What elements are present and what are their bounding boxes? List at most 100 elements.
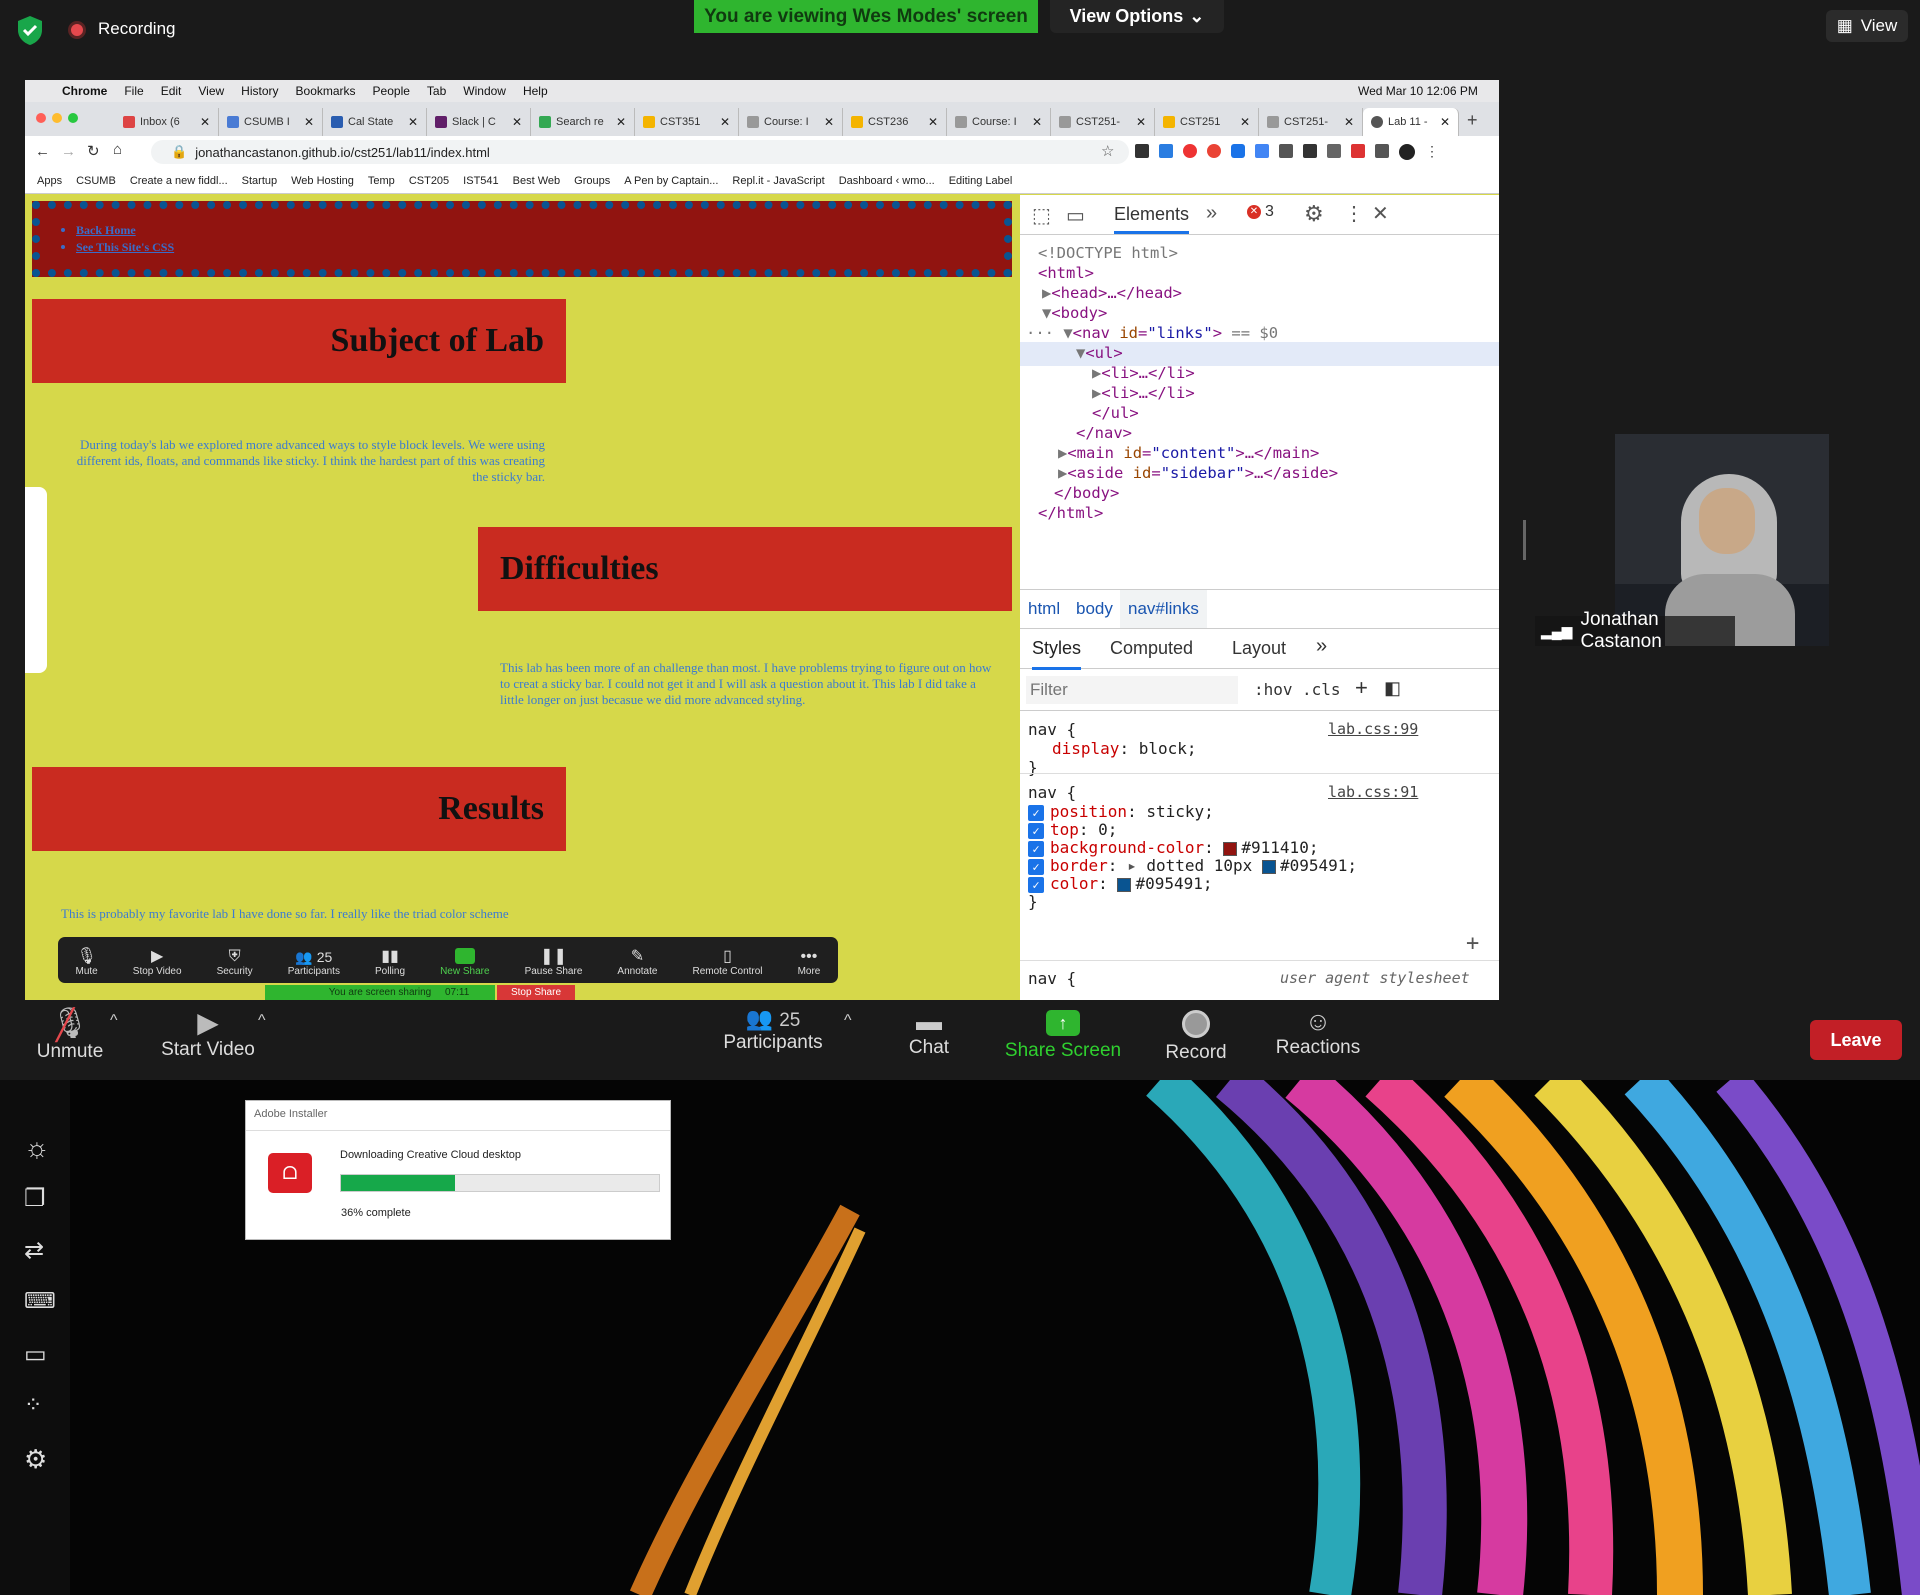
tab-computed[interactable]: Computed [1110, 638, 1193, 659]
mini-polling-button[interactable]: ▮▮ Polling [375, 946, 405, 977]
start-video-button[interactable]: ▶ Start Video [158, 1006, 258, 1061]
menu-clock[interactable]: Wed Mar 10 12:06 PM [1358, 84, 1478, 98]
error-badge[interactable]: ✕ 3 [1247, 203, 1274, 221]
forward-icon[interactable]: → [61, 143, 76, 160]
mini-mute-button[interactable]: 🎙 Mute [76, 946, 98, 977]
hov-toggle[interactable]: :hov [1254, 680, 1293, 699]
brightness-icon[interactable]: ☼ [24, 1132, 56, 1164]
reactions-button[interactable]: ☺ Reactions [1270, 1006, 1366, 1059]
extension-icon[interactable] [1207, 144, 1221, 158]
color-swatch[interactable] [1223, 841, 1238, 856]
reload-icon[interactable]: ↻ [87, 142, 100, 160]
avatar[interactable] [1399, 144, 1415, 160]
extension-icon[interactable] [1231, 144, 1245, 158]
chat-button[interactable]: ▬ Chat [900, 1006, 958, 1059]
toggle-sidebar-icon[interactable]: ◧ [1384, 678, 1401, 699]
see-css-link[interactable]: See This Site's CSS [76, 239, 968, 255]
back-icon[interactable]: ← [35, 143, 50, 160]
browser-tab[interactable]: CST251- ✕ [1051, 108, 1155, 136]
puzzle-icon[interactable] [1375, 144, 1389, 158]
more-tabs-icon[interactable]: » [1316, 635, 1327, 658]
color-swatch[interactable] [1117, 877, 1132, 892]
participants-button[interactable]: 👥 25 Participants [720, 1006, 826, 1054]
bookmark-item[interactable]: Groups [574, 175, 610, 187]
extension-icon[interactable] [1183, 144, 1197, 158]
browser-tab[interactable]: Inbox (6 ✕ [115, 108, 219, 136]
mini-participants-button[interactable]: 👥 25 Participants [288, 949, 340, 977]
mini-remote-control-button[interactable]: ▯ Remote Control [693, 946, 763, 977]
apps-dots-icon[interactable]: ⁘ [24, 1392, 56, 1424]
mini-new-share-button[interactable]: New Share [440, 948, 490, 977]
dom-nav-selected[interactable]: ··· ▼<nav id="links"> == $0 [1026, 324, 1278, 342]
dom-ul[interactable]: ▼<ul> [1076, 344, 1123, 362]
settings-gear-icon[interactable]: ⚙ [24, 1444, 56, 1476]
browser-tab[interactable]: Slack | C ✕ [427, 108, 531, 136]
share-screen-button[interactable]: ↑ Share Screen [1000, 1006, 1126, 1062]
audio-options-chevron-icon[interactable]: ^ [110, 1012, 118, 1030]
bookmark-item[interactable]: Best Web [513, 175, 561, 187]
declaration-checkbox[interactable]: ✓ [1028, 840, 1044, 857]
url-field[interactable]: 🔒 jonathancastanon.github.io/cst251/lab1… [151, 140, 1129, 164]
extension-icon[interactable] [1351, 144, 1365, 158]
mini-stop-video-button[interactable]: ▶ Stop Video [133, 946, 182, 977]
bookmark-item[interactable]: A Pen by Captain... [624, 175, 718, 187]
extension-icon[interactable] [1255, 144, 1269, 158]
tab-styles[interactable]: Styles [1032, 638, 1082, 670]
screens-icon[interactable]: ❐ [24, 1184, 56, 1216]
minimize-window-icon[interactable] [52, 113, 62, 123]
dom-html-close[interactable]: </html> [1038, 504, 1103, 522]
bookmark-item[interactable]: Dashboard ‹ wmo... [839, 175, 935, 187]
declaration-checkbox[interactable]: ✓ [1028, 876, 1044, 893]
device-toggle-icon[interactable]: ▭ [1066, 203, 1085, 228]
laptop-icon[interactable]: ▭ [24, 1340, 56, 1372]
rule-source-link[interactable]: lab.css:99 [1328, 720, 1418, 738]
bookmark-item[interactable]: Create a new fiddl... [130, 175, 228, 187]
menu-file[interactable]: File [124, 84, 143, 98]
bookmark-item[interactable]: Editing Label [949, 175, 1013, 187]
unmute-button[interactable]: 🎙 ╱ Unmute [30, 1006, 110, 1063]
tab-layout[interactable]: Layout [1232, 638, 1286, 659]
mini-more-button[interactable]: ••• More [798, 948, 821, 977]
maximize-window-icon[interactable] [68, 113, 78, 123]
browser-tab[interactable]: Search re ✕ [531, 108, 635, 136]
kebab-menu-icon[interactable]: ⋮ [1344, 201, 1364, 226]
browser-tab[interactable]: CST351 ✕ [635, 108, 739, 136]
dom-nav-close[interactable]: </nav> [1076, 424, 1132, 442]
browser-tab[interactable]: CST251 ✕ [1155, 108, 1259, 136]
rule-source-link[interactable]: lab.css:91 [1328, 783, 1418, 801]
menu-view[interactable]: View [198, 84, 224, 98]
keyboard-icon[interactable]: ⌨ [24, 1288, 56, 1320]
cls-toggle[interactable]: .cls [1302, 680, 1341, 699]
add-declaration-icon[interactable]: + [1466, 931, 1479, 956]
extension-icon[interactable] [1303, 144, 1317, 158]
kebab-menu-icon[interactable]: ⋮ [1425, 144, 1439, 160]
dom-html-open[interactable]: <html> [1038, 264, 1094, 282]
menu-help[interactable]: Help [523, 84, 548, 98]
dom-body[interactable]: ▼<body> [1042, 304, 1107, 322]
resize-handle[interactable] [1523, 520, 1526, 560]
back-home-link[interactable]: Back Home [76, 222, 968, 238]
browser-tab-active[interactable]: Lab 11 - ✕ [1363, 108, 1459, 136]
declaration-checkbox[interactable]: ✓ [1028, 822, 1044, 839]
bookmark-item[interactable]: CST205 [409, 175, 449, 187]
extension-icon[interactable] [1327, 144, 1341, 158]
tab-elements[interactable]: Elements [1114, 204, 1190, 234]
dom-li[interactable]: ▶<li>…</li> [1092, 364, 1195, 382]
browser-tab[interactable]: Course: I ✕ [739, 108, 843, 136]
shield-icon[interactable] [14, 14, 46, 46]
record-button[interactable]: Record [1160, 1006, 1232, 1064]
bookmark-item[interactable]: Repl.it - JavaScript [732, 175, 824, 187]
browser-tab[interactable]: CST251- ✕ [1259, 108, 1363, 136]
side-tab[interactable] [25, 487, 47, 673]
styles-filter-input[interactable] [1026, 676, 1238, 704]
mini-pause-share-button[interactable]: ❚❚ Pause Share [525, 946, 583, 977]
video-options-chevron-icon[interactable]: ^ [258, 1012, 266, 1030]
mini-annotate-button[interactable]: ✎ Annotate [617, 946, 657, 977]
dom-doctype[interactable]: <!DOCTYPE html> [1038, 244, 1178, 262]
menu-bookmarks[interactable]: Bookmarks [296, 84, 356, 98]
menu-people[interactable]: People [373, 84, 410, 98]
inspect-element-icon[interactable]: ⬚ [1032, 203, 1051, 228]
extension-icon[interactable] [1279, 144, 1293, 158]
mini-security-button[interactable]: ⛨ Security [217, 948, 253, 977]
bookmark-item[interactable]: CSUMB [76, 175, 116, 187]
